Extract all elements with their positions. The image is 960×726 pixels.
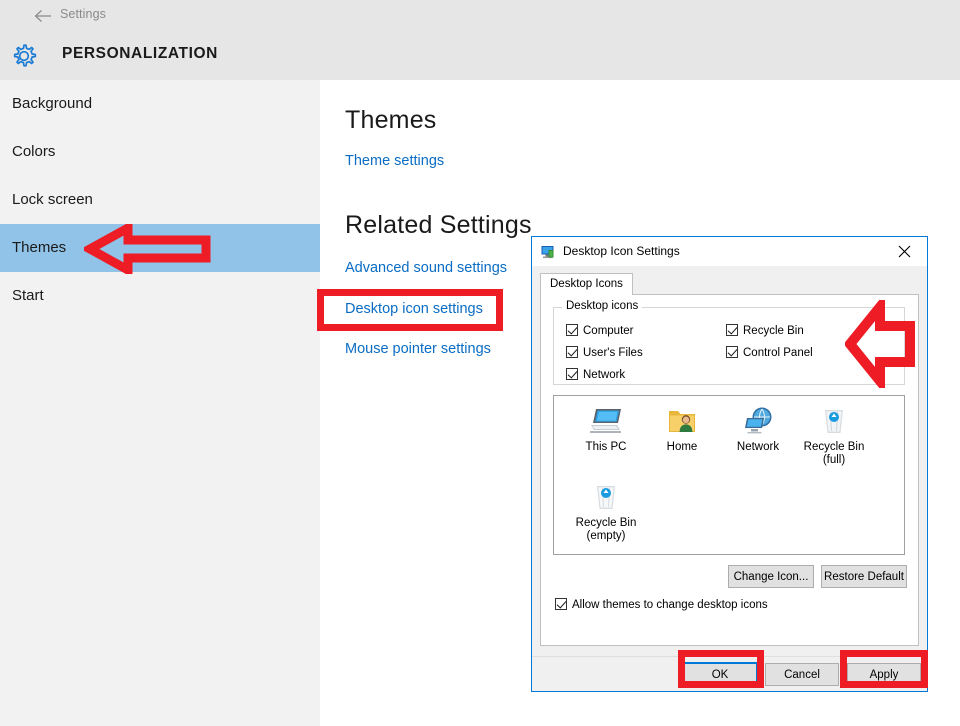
tab-desktop-icons[interactable]: Desktop Icons [540,273,633,295]
checkbox-label: Network [583,369,626,381]
sidebar-item-label: Lock screen [12,191,93,208]
sidebar-item-label: Start [12,287,44,304]
personalization-header: PERSONALIZATION [0,32,960,80]
sidebar-item-label: Themes [12,239,67,256]
annotation-box-desktop-icon-settings [317,289,503,331]
checkbox-control-panel[interactable]: Control Panel [726,346,813,359]
checkbox-box [726,346,738,358]
checkbox-label: Control Panel [743,347,813,359]
preview-item-network[interactable]: Network [720,404,796,454]
recycle-bin-empty-icon [568,480,644,514]
link-advanced-sound-settings[interactable]: Advanced sound settings [345,260,507,276]
annotation-box-ok [678,650,764,688]
preview-item-label: Network [736,441,780,453]
sidebar-item-background[interactable]: Background [0,80,320,128]
preview-item-recycle-bin-full[interactable]: Recycle Bin (full) [796,404,872,467]
link-mouse-pointer-settings[interactable]: Mouse pointer settings [345,341,491,357]
icon-preview-pane[interactable]: This PC Home Network Recycle Bin (full) … [553,395,905,555]
sidebar-item-colors[interactable]: Colors [0,128,320,176]
cancel-button[interactable]: Cancel [765,663,839,686]
settings-titlebar: Settings [0,0,960,32]
checkbox-recycle-bin[interactable]: Recycle Bin [726,324,804,337]
restore-default-button[interactable]: Restore Default [821,565,907,588]
home-folder-icon [644,404,720,438]
preview-item-label: Recycle Bin (empty) [575,517,637,542]
recycle-bin-full-icon [796,404,872,438]
annotation-arrow-dialog-checkboxes [845,300,915,388]
groupbox-legend: Desktop icons [562,300,643,312]
checkbox-box [555,598,567,610]
checkbox-box [726,324,738,336]
preview-item-this-pc[interactable]: This PC [568,404,644,454]
preview-item-label: Home [666,441,698,453]
checkbox-box [566,324,578,336]
checkbox-computer[interactable]: Computer [566,324,634,337]
sidebar: Background Colors Lock screen Themes Sta… [0,80,320,726]
dialog-titlebar: Desktop Icon Settings [532,237,927,266]
checkbox-label: User's Files [583,347,643,359]
checkbox-box [566,368,578,380]
sidebar-item-lock-screen[interactable]: Lock screen [0,176,320,224]
sidebar-item-label: Background [12,95,93,112]
annotation-arrow-themes [84,224,211,274]
page-header-title: PERSONALIZATION [62,45,218,62]
checkbox-label: Recycle Bin [743,325,804,337]
this-pc-icon [568,404,644,438]
checkbox-allow-themes[interactable]: Allow themes to change desktop icons [555,598,768,611]
preview-item-home[interactable]: Home [644,404,720,454]
settings-title-label: Settings [60,7,106,21]
checkbox-box [566,346,578,358]
close-icon[interactable] [882,237,927,266]
back-arrow-icon[interactable] [34,8,52,24]
checkbox-network[interactable]: Network [566,368,625,381]
related-settings-heading: Related Settings [345,211,532,239]
preview-item-recycle-bin-empty[interactable]: Recycle Bin (empty) [568,480,644,543]
sidebar-item-label: Colors [12,143,56,160]
link-theme-settings[interactable]: Theme settings [345,153,444,169]
screen: Settings PERSONALIZATION Background Colo… [0,0,960,726]
annotation-box-apply [840,650,928,688]
sidebar-item-start[interactable]: Start [0,272,320,320]
preview-item-label: This PC [585,441,627,453]
change-icon-button[interactable]: Change Icon... [728,565,814,588]
checkbox-users-files[interactable]: User's Files [566,346,643,359]
checkbox-label: Computer [583,325,634,337]
dialog-title: Desktop Icon Settings [563,244,680,258]
tabstrip: Desktop Icons [540,272,633,295]
preview-item-label: Recycle Bin (full) [803,441,865,466]
checkbox-label: Allow themes to change desktop icons [572,599,768,611]
page-title: Themes [345,106,437,134]
network-icon [720,404,796,438]
gear-icon [13,44,37,67]
desktop-icon-settings-icon [541,246,554,259]
